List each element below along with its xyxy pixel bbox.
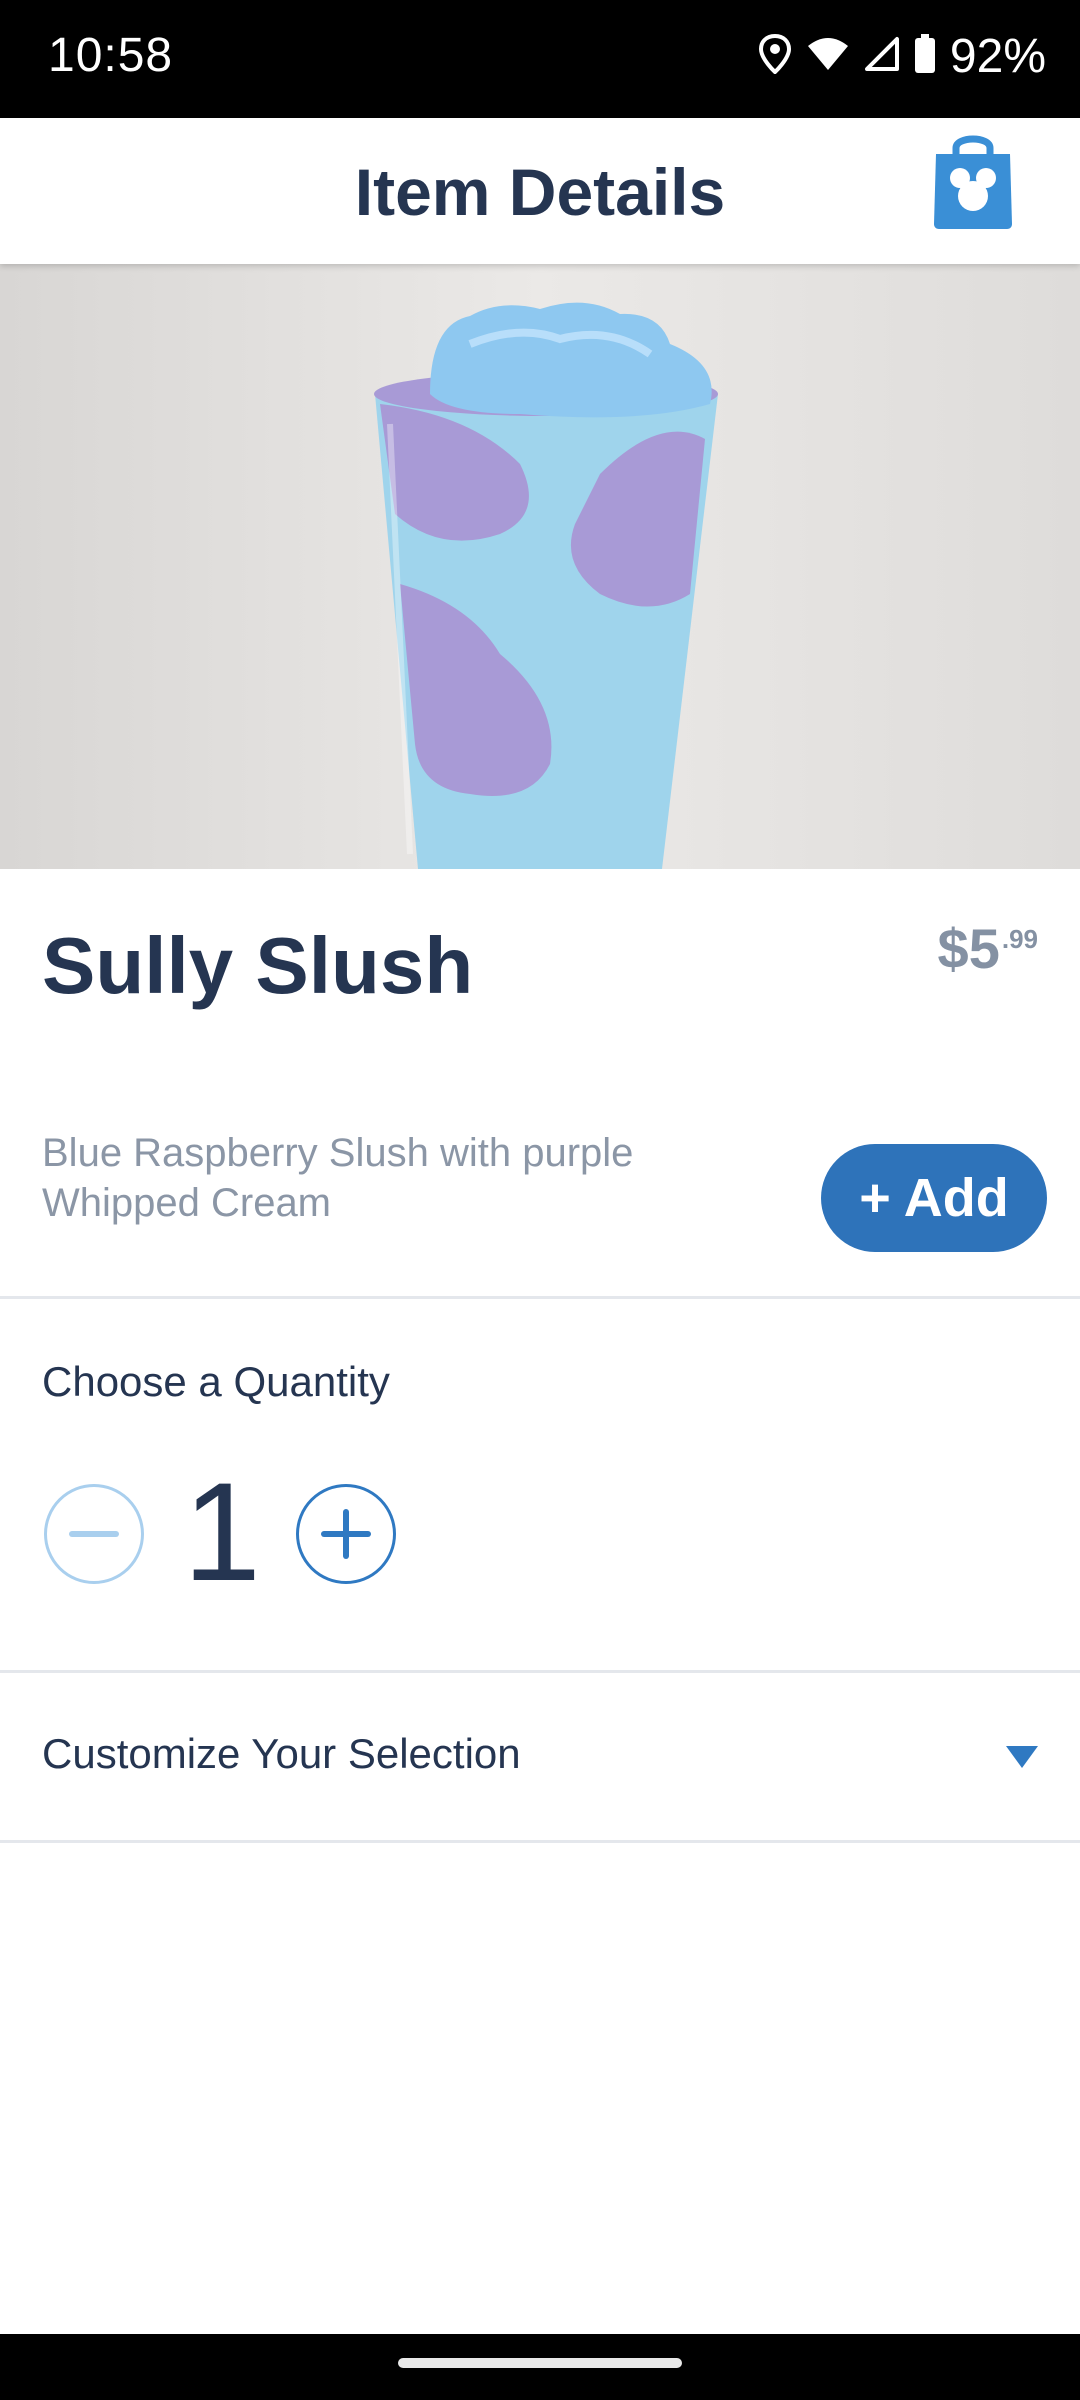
mickey-shopping-bag-icon xyxy=(934,135,1012,229)
system-nav-bar xyxy=(0,2334,1080,2400)
plus-icon xyxy=(321,1509,371,1559)
status-icons: 92% xyxy=(758,26,1046,86)
battery-percent: 92% xyxy=(949,29,1046,83)
item-description: Blue Raspberry Slush with purple Whipped… xyxy=(42,1131,634,1225)
quantity-value: 1 xyxy=(183,1453,261,1610)
customize-label: Customize Your Selection xyxy=(42,1730,521,1777)
status-bar: 10:58 92% xyxy=(0,0,1080,118)
battery-icon xyxy=(914,33,936,79)
quantity-label: Choose a Quantity xyxy=(42,1358,390,1405)
shopping-bag-button[interactable] xyxy=(930,130,1016,230)
minus-icon xyxy=(69,1531,119,1537)
divider xyxy=(0,1296,1080,1299)
location-icon xyxy=(758,33,792,79)
customize-selection-toggle[interactable]: Customize Your Selection xyxy=(0,1672,1080,1840)
item-name: Sully Slush xyxy=(42,921,474,1010)
decrease-quantity-button[interactable] xyxy=(44,1484,144,1584)
app-header: Item Details xyxy=(0,118,1080,264)
caret-down-icon xyxy=(1006,1746,1038,1768)
item-photo xyxy=(0,264,1080,869)
signal-icon xyxy=(864,36,900,77)
page-title: Item Details xyxy=(354,155,726,229)
price-cents: .99 xyxy=(1001,924,1038,954)
home-gesture-handle[interactable] xyxy=(398,2358,682,2368)
item-price: $5 .99 xyxy=(938,916,1038,981)
wifi-icon xyxy=(806,36,850,77)
status-time: 10:58 xyxy=(48,29,174,82)
price-dollars: $5 xyxy=(937,917,1000,980)
add-button[interactable]: + Add xyxy=(821,1144,1047,1252)
increase-quantity-button[interactable] xyxy=(296,1484,396,1584)
divider xyxy=(0,1840,1080,1843)
